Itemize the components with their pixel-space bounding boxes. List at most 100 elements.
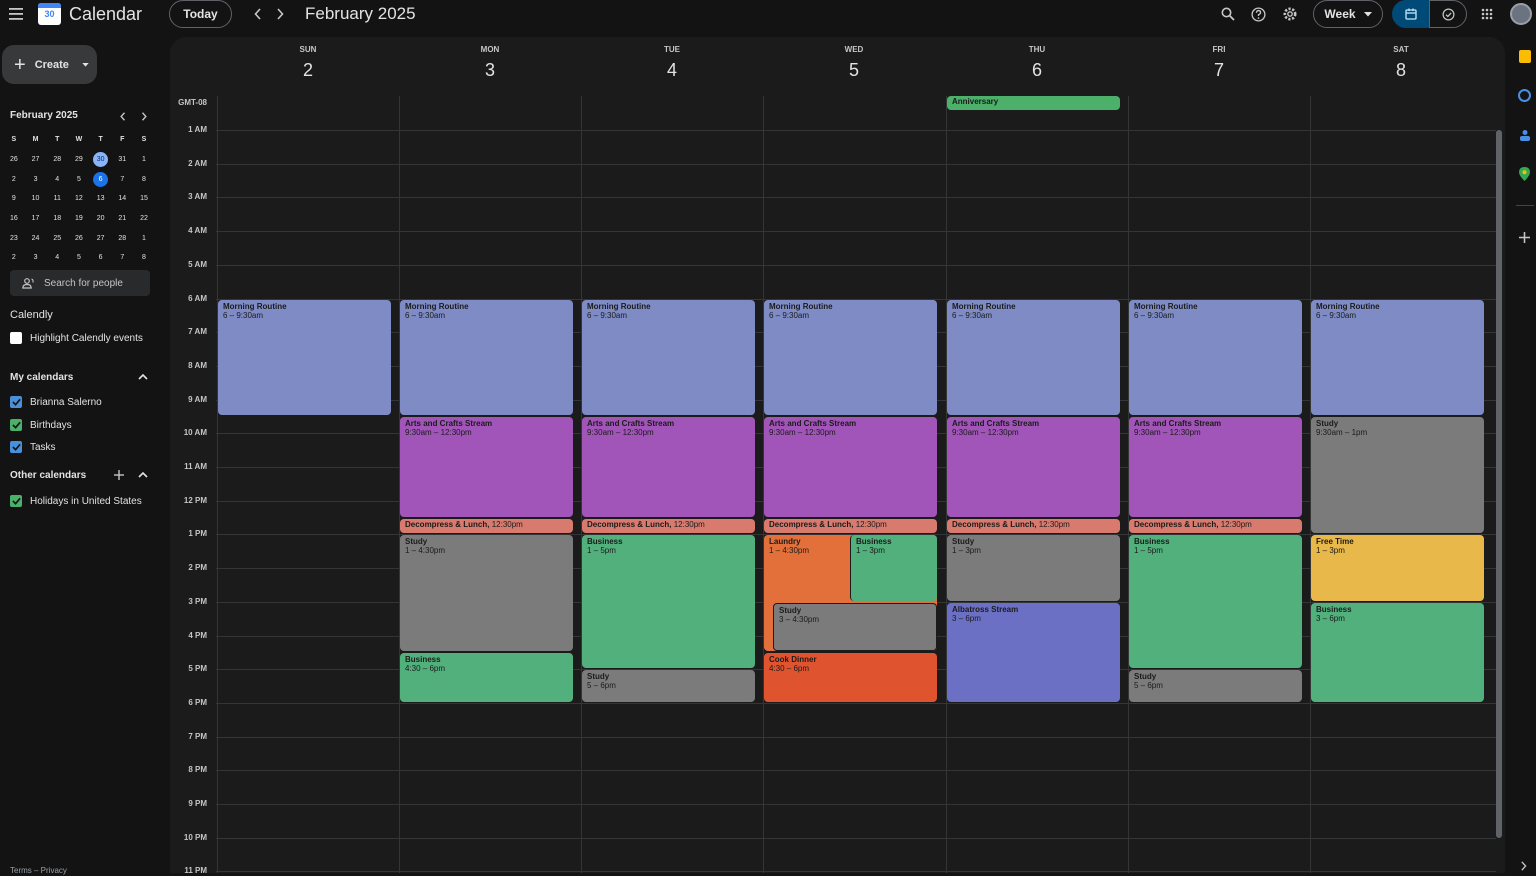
calendar-event[interactable]: Study 9:30am – 1pm [1311,417,1484,534]
next-week-icon[interactable] [272,4,288,24]
mini-day[interactable]: 15 [133,191,155,206]
calendar-event[interactable]: Business 1 – 3pm [850,535,937,601]
mini-day[interactable]: 3 [25,172,47,187]
mini-day[interactable]: 9 [3,191,25,206]
main-menu-icon[interactable] [5,2,27,26]
mini-day[interactable]: 6 [90,250,112,265]
calendar-event[interactable]: Decompress & Lunch, 12:30pm [582,518,755,534]
mini-day[interactable]: 17 [25,211,47,226]
mini-day[interactable]: 1 [133,152,155,167]
day-number[interactable]: 5 [763,60,945,81]
calendar-event[interactable]: Morning Routine 6 – 9:30am [1311,299,1484,416]
calendar-event[interactable]: Study 5 – 6pm [582,670,755,702]
mini-day[interactable]: 7 [111,172,133,187]
calendar-checkbox[interactable] [10,418,22,431]
mini-day[interactable]: 10 [25,191,47,206]
mini-day[interactable]: 18 [46,211,68,226]
day-header[interactable]: FRI 7 [1128,37,1310,81]
mini-day[interactable]: 25 [46,231,68,246]
mini-day[interactable]: 24 [25,231,47,246]
calendar-view-toggle[interactable] [1392,0,1430,28]
mini-day[interactable]: 30 [90,152,112,168]
mini-day[interactable]: 31 [111,152,133,167]
day-number[interactable]: 3 [399,60,581,81]
calendar-event[interactable]: Business 3 – 6pm [1311,602,1484,702]
settings-gear-icon[interactable] [1280,4,1300,24]
mini-day[interactable]: 1 [133,231,155,246]
day-header[interactable]: WED 5 [763,37,945,81]
calendar-event[interactable]: Study 5 – 6pm [1129,670,1302,702]
day-number[interactable]: 8 [1310,60,1492,81]
mini-day[interactable]: 8 [133,172,155,187]
day-header[interactable]: THU 6 [946,37,1128,81]
previous-week-icon[interactable] [250,4,266,24]
day-header[interactable]: MON 3 [399,37,581,81]
calendar-event[interactable]: Arts and Crafts Stream 9:30am – 12:30pm [400,417,573,517]
calendar-event[interactable]: Study 1 – 4:30pm [400,535,573,652]
mini-day[interactable]: 28 [46,152,68,167]
calendar-event[interactable]: Morning Routine 6 – 9:30am [947,299,1120,416]
today-button[interactable]: Today [169,0,232,28]
mini-day[interactable]: 4 [46,250,68,265]
help-icon[interactable] [1248,4,1268,24]
calendar-event[interactable]: Arts and Crafts Stream 9:30am – 12:30pm [1129,417,1302,517]
mini-day[interactable]: 27 [25,152,47,167]
mini-day[interactable]: 11 [46,191,68,206]
calendar-event[interactable]: Study 3 – 4:30pm [773,602,937,652]
mini-day[interactable]: 19 [68,211,90,226]
search-people-input[interactable]: Search for people [10,270,150,296]
mini-day[interactable]: 23 [3,231,25,246]
calendar-event[interactable]: Cook Dinner 4:30 – 6pm [764,653,937,702]
my-calendars-heading[interactable]: My calendars [10,372,73,383]
day-number[interactable]: 2 [217,60,399,81]
mini-day[interactable]: 28 [111,231,133,246]
mini-day[interactable]: 21 [111,211,133,226]
mini-day[interactable]: 13 [90,191,112,206]
calendar-checkbox[interactable] [10,495,22,507]
calendar-event[interactable]: Business 1 – 5pm [582,535,755,669]
calendar-event[interactable]: Business 4:30 – 6pm [400,653,573,702]
calendar-event[interactable]: Albatross Stream 3 – 6pm [947,602,1120,702]
mini-day[interactable]: 26 [3,152,25,167]
get-addons-plus-icon[interactable] [1519,230,1531,243]
day-number[interactable]: 7 [1128,60,1310,81]
calendar-event[interactable]: Morning Routine 6 – 9:30am [218,299,391,416]
mini-day[interactable]: 6 [90,171,112,187]
mini-prev-month-icon[interactable] [117,109,129,123]
add-calendar-plus-icon[interactable] [112,468,126,482]
mini-day[interactable]: 26 [68,231,90,246]
calendar-event[interactable]: Study 1 – 3pm [947,535,1120,601]
day-header[interactable]: TUE 4 [581,37,763,81]
mini-day[interactable]: 8 [133,250,155,265]
grid-scrollbar[interactable] [1496,130,1502,838]
calendar-checkbox[interactable] [10,441,22,453]
calendar-event[interactable]: Business 1 – 5pm [1129,535,1302,669]
calendar-event[interactable]: Morning Routine 6 – 9:30am [764,299,937,416]
calendar-event[interactable]: Decompress & Lunch, 12:30pm [400,518,573,534]
mini-day[interactable]: 2 [3,250,25,265]
mini-day[interactable]: 2 [3,172,25,187]
collapse-chevron-up-icon[interactable] [136,469,150,481]
search-icon[interactable] [1218,4,1238,24]
mini-day[interactable]: 27 [90,231,112,246]
contacts-icon[interactable] [1519,128,1531,141]
calendar-event[interactable]: Morning Routine 6 – 9:30am [1129,299,1302,416]
mini-day[interactable]: 4 [46,172,68,187]
mini-day[interactable]: 14 [111,191,133,206]
calendar-event[interactable]: Morning Routine 6 – 9:30am [582,299,755,416]
mini-day[interactable]: 12 [68,191,90,206]
mini-day[interactable]: 29 [68,152,90,167]
tasks-view-toggle[interactable] [1429,0,1467,28]
tasks-icon[interactable] [1518,89,1531,102]
calendar-event[interactable]: Arts and Crafts Stream 9:30am – 12:30pm [947,417,1120,517]
day-number[interactable]: 4 [581,60,763,81]
calendar-event[interactable]: Decompress & Lunch, 12:30pm [1129,518,1302,534]
mini-next-month-icon[interactable] [138,109,150,123]
mini-day[interactable]: 16 [3,211,25,226]
keep-icon[interactable] [1519,50,1531,63]
day-header[interactable]: SAT 8 [1310,37,1492,81]
other-calendars-heading[interactable]: Other calendars [10,470,86,481]
calendar-event[interactable]: Morning Routine 6 – 9:30am [400,299,573,416]
highlight-calendly-checkbox[interactable] [10,332,22,344]
mini-day[interactable]: 7 [111,250,133,265]
